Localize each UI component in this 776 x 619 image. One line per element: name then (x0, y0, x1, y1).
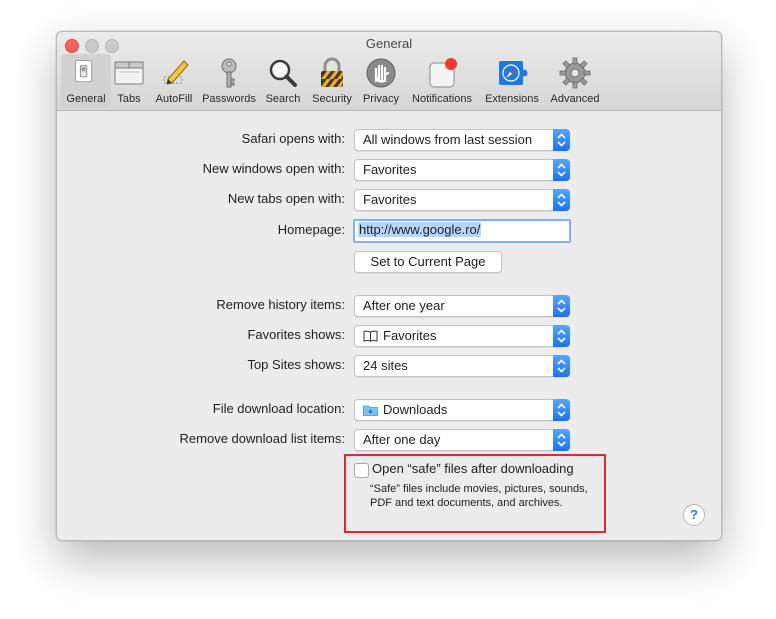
gear-icon (559, 57, 591, 89)
set-to-current-page-button[interactable]: Set to Current Page (354, 251, 502, 273)
tab-autofill[interactable]: AutoFill (151, 54, 197, 108)
tab-security[interactable]: Security (307, 54, 357, 108)
remove-downloads-popup[interactable]: After one day (354, 429, 570, 451)
chevron-updown-icon (553, 399, 570, 421)
chevron-updown-icon (553, 159, 570, 181)
chevron-updown-icon (553, 189, 570, 211)
open-safe-files-label[interactable]: Open “safe” files after downloading (372, 461, 574, 476)
favorites-shows-popup[interactable]: Favorites (354, 325, 570, 347)
notification-badge-icon (429, 58, 457, 88)
key-icon (221, 58, 237, 88)
hand-icon (366, 58, 396, 88)
chevron-updown-icon (553, 129, 570, 151)
tab-search[interactable]: Search (261, 54, 305, 108)
chevron-updown-icon (553, 295, 570, 317)
new-tabs-popup[interactable]: Favorites (354, 189, 570, 211)
chevron-updown-icon (553, 429, 570, 451)
chevron-updown-icon (553, 325, 570, 347)
download-location-popup[interactable]: Downloads (354, 399, 570, 421)
tab-notifications[interactable]: Notifications (407, 54, 477, 108)
remove-downloads-label: Remove download list items: (179, 431, 345, 446)
tab-extensions[interactable]: Extensions (481, 54, 543, 108)
tab-general[interactable]: General (61, 54, 111, 108)
remove-history-label: Remove history items: (216, 297, 345, 312)
general-switch-icon (75, 60, 93, 83)
compass-puzzle-icon (499, 61, 528, 85)
window-title: General (365, 36, 413, 51)
safari-opens-with-popup[interactable]: All windows from last session (354, 129, 570, 151)
book-icon (363, 330, 378, 342)
safari-opens-with-label: Safari opens with: (241, 131, 345, 146)
magnifier-icon (269, 59, 297, 87)
chevron-updown-icon (553, 355, 570, 377)
padlock-icon (321, 57, 343, 87)
pencil-icon (163, 60, 189, 85)
open-safe-files-checkbox[interactable] (354, 463, 369, 478)
tab-tabs[interactable]: Tabs (113, 54, 145, 108)
download-location-label: File download location: (212, 401, 345, 416)
top-sites-popup[interactable]: 24 sites (354, 355, 570, 377)
preferences-window: General General Tabs AutoFill Passwords … (56, 31, 722, 541)
folder-icon (363, 405, 378, 416)
new-windows-label: New windows open with: (202, 161, 345, 176)
tab-advanced[interactable]: Advanced (547, 54, 603, 108)
titlebar: General General Tabs AutoFill Passwords … (57, 32, 721, 111)
new-tabs-label: New tabs open with: (227, 191, 345, 206)
tab-privacy[interactable]: Privacy (359, 54, 403, 108)
safe-files-description: “Safe” files include movies, pictures, s… (370, 483, 588, 509)
remove-history-popup[interactable]: After one year (354, 295, 570, 317)
tabs-icon (114, 61, 144, 85)
tab-passwords[interactable]: Passwords (199, 54, 259, 108)
homepage-field[interactable]: http://www.google.ro/ (353, 219, 571, 243)
favorites-shows-label: Favorites shows: (247, 327, 345, 342)
homepage-label: Homepage: (277, 222, 345, 237)
help-button[interactable]: ? (683, 504, 705, 526)
top-sites-label: Top Sites shows: (247, 357, 345, 372)
new-windows-popup[interactable]: Favorites (354, 159, 570, 181)
general-settings-pane: Safari opens with: All windows from last… (57, 111, 721, 540)
